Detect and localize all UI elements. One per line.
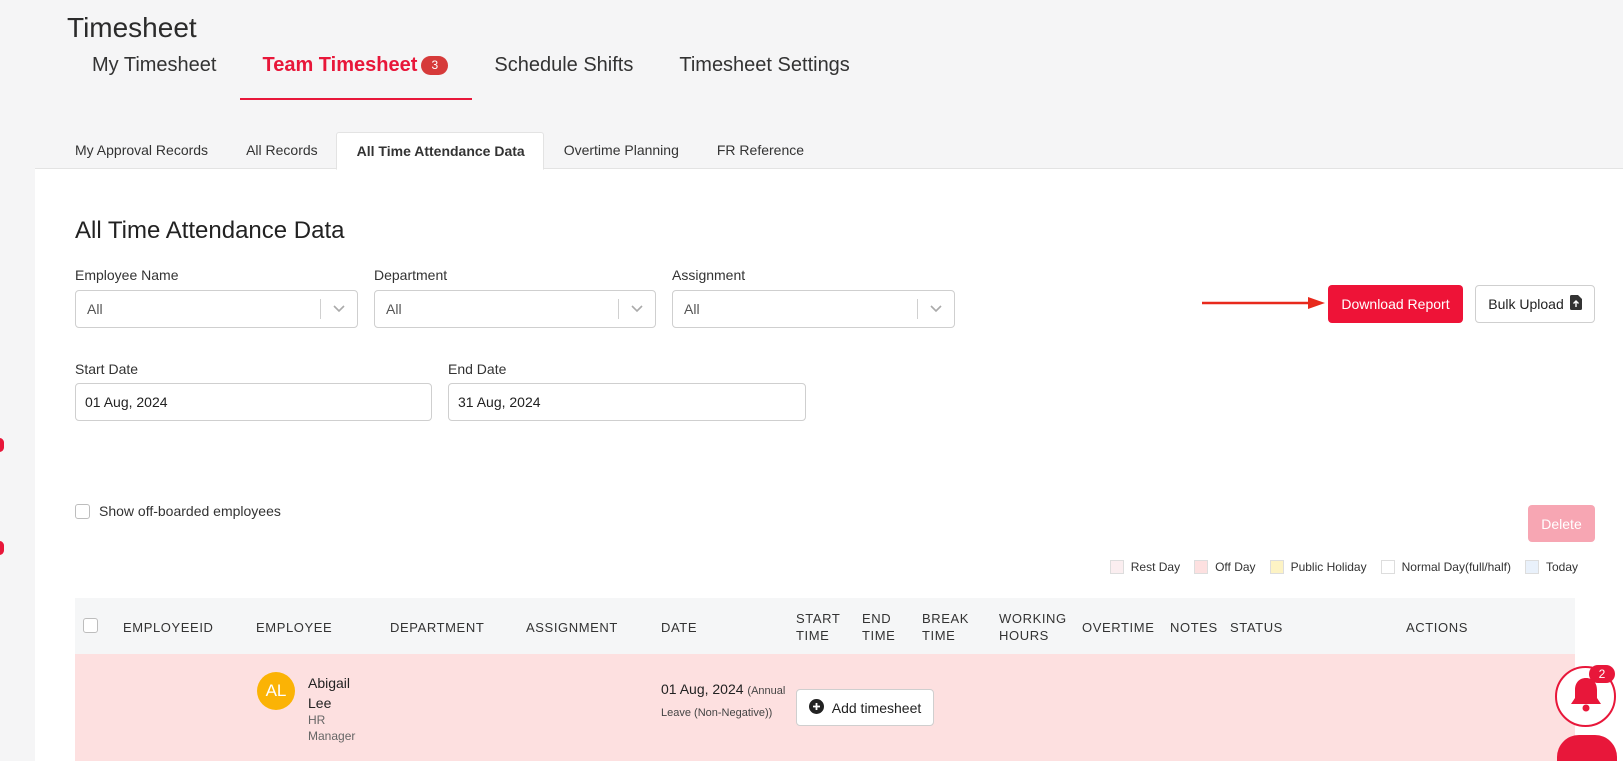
select-all-checkbox[interactable] [83,618,98,633]
tab-label: Timesheet Settings [679,54,850,76]
tab-timesheet-settings[interactable]: Timesheet Settings [657,50,873,100]
column-header-working-hours[interactable]: WORKING HOURS [999,610,1069,644]
legend-swatch [1109,560,1124,574]
legend-off-day: Off Day [1194,560,1256,574]
legend-rest-day: Rest Day [1109,560,1181,574]
legend-swatch [1380,560,1395,574]
column-header-actions[interactable]: ACTIONS [1406,619,1468,636]
table-header: EMPLOYEEID EMPLOYEE DEPARTMENT ASSIGNMEN… [75,598,1575,654]
subtab-fr-reference[interactable]: FR Reference [697,132,822,169]
add-timesheet-button[interactable]: Add timesheet [796,689,934,726]
end-date-label: End Date [448,361,507,377]
column-header-overtime[interactable]: OVERTIME [1082,619,1154,636]
legend-swatch [1194,560,1209,574]
arrow-annotation-icon [1202,297,1325,309]
legend-label: Public Holiday [1290,560,1367,574]
tab-team-timesheet[interactable]: Team Timesheet 3 [240,50,473,100]
tab-label: Schedule Shifts [494,54,634,76]
column-header-status[interactable]: STATUS [1230,619,1283,636]
subtab-overtime-planning[interactable]: Overtime Planning [544,132,697,169]
start-date-input[interactable]: 01 Aug, 2024 [75,383,432,421]
select-value: All [386,301,402,317]
column-header-start-time[interactable]: START TIME [796,610,846,644]
tab-my-timesheet[interactable]: My Timesheet [70,50,240,100]
start-date-label: Start Date [75,361,139,377]
add-timesheet-label: Add timesheet [831,699,922,716]
notification-count-badge: 2 [1589,665,1615,683]
legend-normal-day: Normal Day(full/half) [1380,560,1511,574]
show-offboarded-row: Show off-boarded employees [75,503,281,519]
show-offboarded-checkbox[interactable] [75,503,90,519]
chevron-down-icon [321,291,357,327]
row-date: 01 Aug, 2024 [661,681,744,697]
file-upload-icon [1569,295,1582,313]
avatar: AL [257,672,295,710]
chevron-down-icon [619,291,655,327]
chevron-down-icon [918,291,954,327]
tab-label: My Timesheet [92,54,217,76]
subtab-all-time-attendance-data[interactable]: All Time Attendance Data [335,132,544,170]
department-label: Department [374,267,448,283]
section-title: All Time Attendance Data [75,217,345,244]
date-cell: 01 Aug, 2024 (Annual Leave (Non-Negative… [661,679,786,723]
employee-name-label: Employee Name [75,267,179,283]
side-indicator [0,541,4,555]
side-indicator [0,438,4,452]
legend-label: Off Day [1215,560,1256,574]
employee-name: Abigail Lee [308,675,351,711]
main-tabs: My Timesheet Team Timesheet 3 Schedule Sh… [70,50,874,100]
legend-label: Today [1545,560,1578,574]
bulk-upload-button[interactable]: Bulk Upload [1475,285,1595,323]
show-offboarded-label: Show off-boarded employees [99,503,281,519]
select-value: All [684,301,700,317]
column-header-employee[interactable]: EMPLOYEE [256,619,332,636]
legend-label: Normal Day(full/half) [1401,560,1511,574]
download-report-button[interactable]: Download Report [1328,285,1463,323]
delete-button[interactable]: Delete [1528,505,1595,542]
tab-label: Team Timesheet [262,54,418,76]
column-header-employeeid[interactable]: EMPLOYEEID [123,619,214,636]
column-header-notes[interactable]: NOTES [1170,619,1218,636]
column-header-assignment[interactable]: ASSIGNMENT [526,619,618,636]
tab-count-badge: 3 [421,56,449,75]
department-select[interactable]: All [374,290,656,328]
select-value: All [87,301,103,317]
legend-label: Rest Day [1130,560,1181,574]
page-title: Timesheet [67,12,197,43]
sub-tabs: My Approval Records All Records All Time… [35,132,1623,170]
employee-role: HR Manager [308,713,356,743]
employee-name-select[interactable]: All [75,290,358,328]
legend-swatch [1524,560,1539,574]
plus-circle-icon [808,698,824,717]
subtab-all-records[interactable]: All Records [226,132,336,169]
assignment-select[interactable]: All [672,290,955,328]
column-header-break-time[interactable]: BREAK TIME [922,610,972,644]
legend-swatch [1269,560,1284,574]
legend-today: Today [1524,560,1578,574]
legend-public-holiday: Public Holiday [1269,560,1367,574]
column-header-end-time[interactable]: END TIME [862,610,902,644]
tab-schedule-shifts[interactable]: Schedule Shifts [472,50,657,100]
day-type-legend: Rest Day Off Day Public Holiday Normal D… [1109,560,1578,574]
column-header-date[interactable]: DATE [661,619,697,636]
column-header-department[interactable]: DEPARTMENT [390,619,484,636]
chat-launcher-button[interactable] [1557,735,1617,761]
assignment-label: Assignment [672,267,746,283]
bulk-upload-label: Bulk Upload [1488,296,1564,312]
end-date-input[interactable]: 31 Aug, 2024 [448,383,806,421]
subtab-my-approval-records[interactable]: My Approval Records [55,132,226,169]
